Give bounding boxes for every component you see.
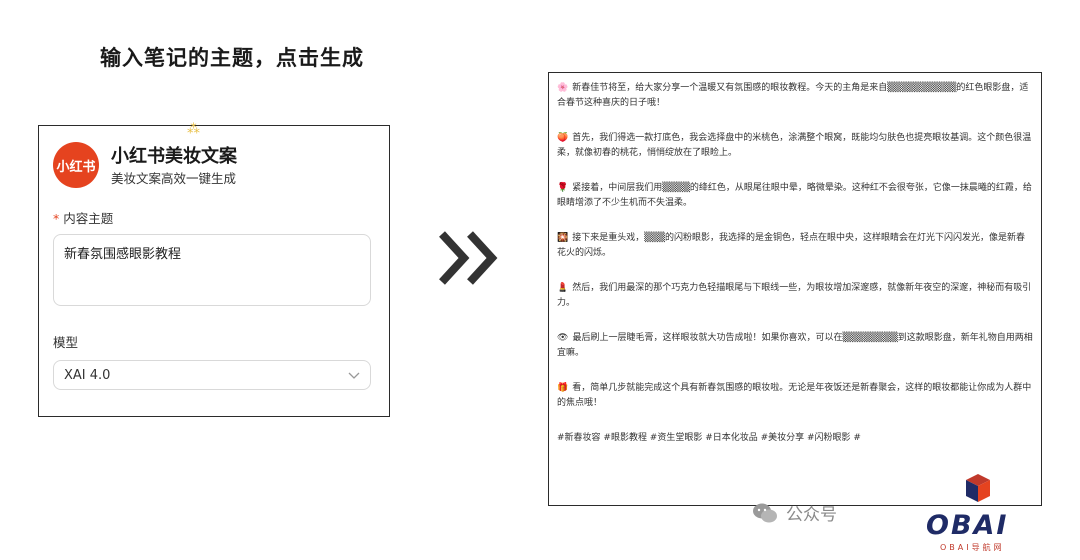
sparkle-icon: ⁂ — [187, 122, 200, 137]
brand-name: OBAI — [926, 510, 1009, 541]
output-text: 新春佳节将至，给大家分享一个温暖又有氛围感的眼妆教程。今天的主角是来自▒▒▒▒▒… — [557, 83, 1029, 108]
double-chevron-right-icon — [439, 231, 498, 285]
output-text: 紧接着，中间层我们用▒▒▒▒的绛红色，从眼尾往眼中晕，略微晕染。这种红不会很夸张… — [557, 183, 1032, 208]
output-text: 最后刷上一层睫毛膏，这样眼妆就大功告成啦！如果你喜欢，可以在▒▒▒▒▒▒▒▒到这… — [557, 333, 1033, 358]
app-title: 小红书美妆文案 — [111, 146, 237, 167]
chevron-down-icon — [348, 372, 360, 379]
output-paragraph: 🌸 新春佳节将至，给大家分享一个温暖又有氛围感的眼妆教程。今天的主角是来自▒▒▒▒… — [557, 81, 1033, 111]
output-paragraph: 🌹 紧接着，中间层我们用▒▒▒▒的绛红色，从眼尾往眼中晕，略微晕染。这种红不会很夸… — [557, 181, 1033, 211]
lipstick-icon: 💄 — [557, 283, 569, 293]
output-text: 然后，我们用最深的那个巧克力色轻描眼尾与下眼线一些，为眼妆增加深邃感，就像新年夜… — [557, 283, 1032, 308]
output-paragraph: 🎇 接下来是重头戏，▒▒▒的闪粉眼影，我选择的是金铜色，轻点在眼中央，这样眼睛会在… — [557, 231, 1033, 261]
app-logo: 小红书 — [53, 142, 99, 188]
rose-icon: 🌹 — [557, 183, 569, 193]
generated-output-panel: 🌸 新春佳节将至，给大家分享一个温暖又有氛围感的眼妆教程。今天的主角是来自▒▒▒▒… — [548, 72, 1042, 506]
generator-card: ⁂ 小红书 小红书美妆文案 美妆文案高效一键生成 * 内容主题 新春氛围感眼影教程… — [38, 122, 390, 417]
watermark-text: 公众号 — [786, 505, 837, 525]
flower-icon: 🌸 — [557, 83, 569, 93]
output-paragraph: 👁 最后刷上一层睫毛膏，这样眼妆就大功告成啦！如果你喜欢，可以在▒▒▒▒▒▒▒▒到… — [557, 331, 1033, 361]
output-paragraph: 🍑 首先，我们得选一款打底色，我会选择盘中的米桃色，涂满整个眼窝，既能均匀肤色也提… — [557, 131, 1033, 161]
hashtag-line: #新春妆容 #眼影教程 #资生堂眼影 #日本化妆品 #美妆分享 #闪粉眼影 # — [557, 433, 861, 443]
page-heading: 输入笔记的主题，点击生成 — [100, 46, 364, 70]
app-subtitle: 美妆文案高效一键生成 — [111, 171, 237, 186]
model-selected-value: XAI 4.0 — [64, 367, 111, 383]
wechat-watermark: 公众号 — [752, 500, 837, 525]
output-text: 首先，我们得选一款打底色，我会选择盘中的米桃色，涂满整个眼窝，既能均匀肤色也提亮… — [557, 133, 1032, 158]
sparkler-icon: 🎇 — [557, 233, 569, 243]
brand-subtitle: OBAI导航网 — [940, 543, 1005, 552]
topic-input[interactable]: 新春氛围感眼影教程 — [53, 234, 371, 306]
model-label: 模型 — [53, 335, 79, 350]
output-text: 接下来是重头戏，▒▒▒的闪粉眼影，我选择的是金铜色，轻点在眼中央，这样眼睛会在灯… — [557, 233, 1025, 258]
output-paragraph: 🎁 看，简单几步就能完成这个具有新春氛围感的眼妆啦。无论是年夜饭还是新春聚会，这样… — [557, 381, 1033, 411]
model-select[interactable]: XAI 4.0 — [53, 360, 371, 390]
topic-label-text: 内容主题 — [63, 211, 114, 226]
output-paragraph: 💄 然后，我们用最深的那个巧克力色轻描眼尾与下眼线一些，为眼妆增加深邃感，就像新年… — [557, 281, 1033, 311]
gift-icon: 🎁 — [557, 383, 569, 393]
required-mark: * — [53, 211, 60, 226]
wechat-icon — [753, 503, 777, 522]
peach-icon: 🍑 — [557, 133, 569, 143]
output-text: 看，简单几步就能完成这个具有新春氛围感的眼妆啦。无论是年夜饭还是新春聚会，这样的… — [557, 383, 1032, 408]
topic-label: * 内容主题 — [53, 208, 113, 227]
eye-icon: 👁 — [557, 333, 569, 343]
